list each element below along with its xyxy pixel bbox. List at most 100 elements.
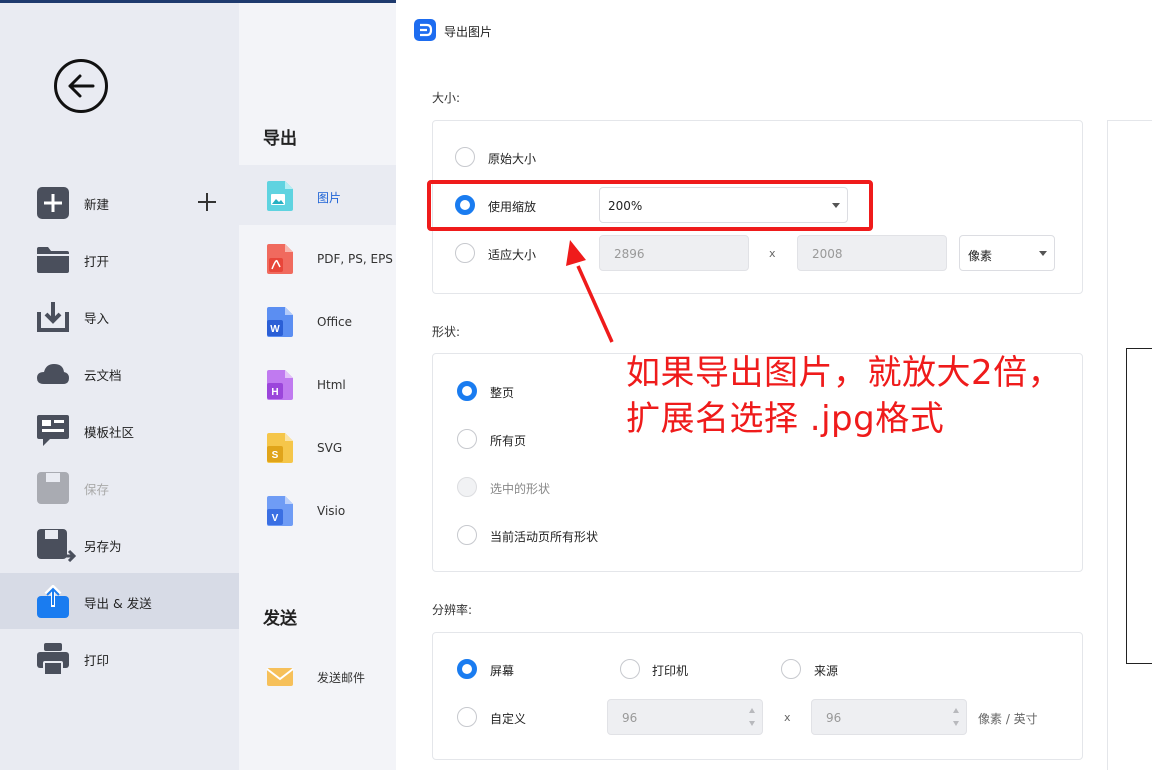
svg-text:S: S [272, 450, 279, 461]
annotation-highlight-box [427, 180, 873, 231]
resolution-printer-label: 打印机 [652, 664, 689, 678]
format-item-image[interactable]: 图片 [239, 165, 396, 225]
dpi-unit-label: 像素 / 英寸 [978, 712, 1038, 726]
format-label: Visio [317, 504, 346, 518]
format-label: Office [317, 315, 353, 329]
send-heading: 发送 [263, 609, 297, 629]
times-separator: x [769, 247, 776, 260]
shape-current-page-radio[interactable] [457, 525, 477, 545]
spin-up-icon[interactable] [749, 708, 755, 713]
spin-down-icon[interactable] [749, 721, 755, 726]
sidebar-item-label: 打印 [84, 653, 110, 668]
format-label: PDF, PS, EPS [317, 252, 393, 266]
annotation-line-2: 扩展名选择 .jpg格式 [626, 399, 945, 439]
resolution-panel [432, 632, 1083, 760]
save-icon [37, 472, 69, 504]
sidebar-item-label: 模板社区 [84, 425, 135, 440]
annotation-text: 如果导出图片，就放大2倍， 扩展名选择 .jpg格式 [626, 350, 1096, 442]
sidebar-item-label: 新建 [84, 197, 110, 212]
shape-current-page-label: 当前活动页所有形状 [490, 530, 599, 544]
height-value: 2008 [812, 247, 843, 261]
shape-section-label: 形状: [432, 325, 461, 339]
print-icon [37, 643, 69, 676]
sidebar-item-label: 导出 & 发送 [84, 596, 152, 611]
resolution-screen-radio[interactable] [457, 659, 477, 679]
format-item-svg[interactable]: S SVG [239, 417, 396, 477]
resolution-printer-radio[interactable] [620, 659, 640, 679]
shape-selected-label: 选中的形状 [490, 482, 551, 496]
sidebar-item-label: 打开 [84, 254, 110, 269]
word-file-icon: W [267, 307, 293, 337]
original-size-label: 原始大小 [488, 152, 537, 166]
sidebar-item-save-as[interactable]: 另存为 [0, 516, 239, 572]
sidebar-item-cloud[interactable]: 云文档 [0, 345, 239, 401]
visio-file-icon: V [267, 496, 293, 526]
annotation-arrow-icon [566, 240, 614, 343]
save-as-icon [37, 529, 76, 562]
template-icon [37, 415, 69, 446]
format-label: Html [317, 378, 346, 392]
export-icon [37, 585, 69, 618]
original-size-radio[interactable] [455, 147, 475, 167]
height-field[interactable]: 2008 [797, 235, 947, 271]
width-field[interactable]: 2896 [599, 235, 749, 271]
arrow-left-icon [68, 74, 95, 98]
new-icon [37, 187, 69, 219]
send-item-email[interactable]: 发送邮件 [239, 645, 396, 705]
resolution-custom-radio[interactable] [457, 707, 477, 727]
pdf-file-icon [267, 244, 293, 274]
preview-page [1126, 348, 1152, 664]
sidebar-item-import[interactable]: 导入 [0, 288, 239, 344]
fit-size-radio[interactable] [455, 243, 475, 263]
resolution-screen-label: 屏幕 [490, 664, 515, 678]
mail-icon [266, 668, 294, 686]
format-item-html[interactable]: H Html [239, 354, 396, 414]
format-label: 图片 [317, 191, 342, 205]
sidebar-item-templates[interactable]: 模板社区 [0, 402, 239, 458]
resolution-section-label: 分辨率: [432, 603, 473, 617]
sidebar-item-label: 云文档 [84, 368, 122, 383]
annotation-line-1: 如果导出图片，就放大2倍， [626, 353, 1063, 393]
import-icon [37, 302, 69, 332]
resolution-source-label: 来源 [814, 664, 839, 678]
shape-all-pages-label: 所有页 [490, 434, 527, 448]
dpi-y-field[interactable]: 96 [811, 699, 967, 735]
folder-icon [37, 247, 69, 273]
format-label: SVG [317, 441, 343, 455]
app-logo-icon [414, 19, 436, 41]
spin-down-icon[interactable] [953, 721, 959, 726]
svg-file-icon: S [267, 433, 293, 463]
sidebar-item-label: 保存 [84, 482, 110, 497]
unit-select[interactable]: 像素 [959, 235, 1055, 271]
fit-size-label: 适应大小 [488, 248, 537, 262]
resolution-source-radio[interactable] [781, 659, 801, 679]
dpi-x-field[interactable]: 96 [607, 699, 763, 735]
format-item-visio[interactable]: V Visio [239, 480, 396, 540]
html-file-icon: H [267, 370, 293, 400]
sidebar-item-label: 另存为 [84, 539, 122, 554]
shape-all-pages-radio[interactable] [457, 429, 477, 449]
svg-text:H: H [271, 387, 278, 398]
dialog-title: 导出图片 [444, 25, 493, 39]
svg-text:V: V [272, 513, 279, 524]
dpi-y-value: 96 [826, 711, 842, 725]
size-section-label: 大小: [432, 91, 461, 105]
format-item-pdf[interactable]: PDF, PS, EPS [239, 228, 396, 288]
sidebar-item-open[interactable]: 打开 [0, 231, 239, 287]
sidebar-item-label: 导入 [84, 311, 110, 326]
shape-whole-page-radio[interactable] [457, 381, 477, 401]
format-item-office[interactable]: W Office [239, 291, 396, 351]
shape-selected-radio[interactable] [457, 477, 477, 497]
back-button[interactable] [54, 59, 108, 113]
spin-up-icon[interactable] [953, 708, 959, 713]
shape-whole-page-label: 整页 [490, 386, 515, 400]
send-label: 发送邮件 [317, 671, 366, 685]
sidebar-item-export-send[interactable]: 导出 & 发送 [0, 573, 239, 629]
cloud-icon [37, 364, 69, 384]
add-icon[interactable] [196, 191, 218, 213]
times-separator: x [784, 711, 791, 724]
chevron-down-icon [1039, 251, 1047, 256]
sidebar-item-save[interactable]: 保存 [0, 459, 239, 515]
export-heading: 导出 [263, 129, 297, 149]
sidebar-item-print[interactable]: 打印 [0, 630, 239, 686]
